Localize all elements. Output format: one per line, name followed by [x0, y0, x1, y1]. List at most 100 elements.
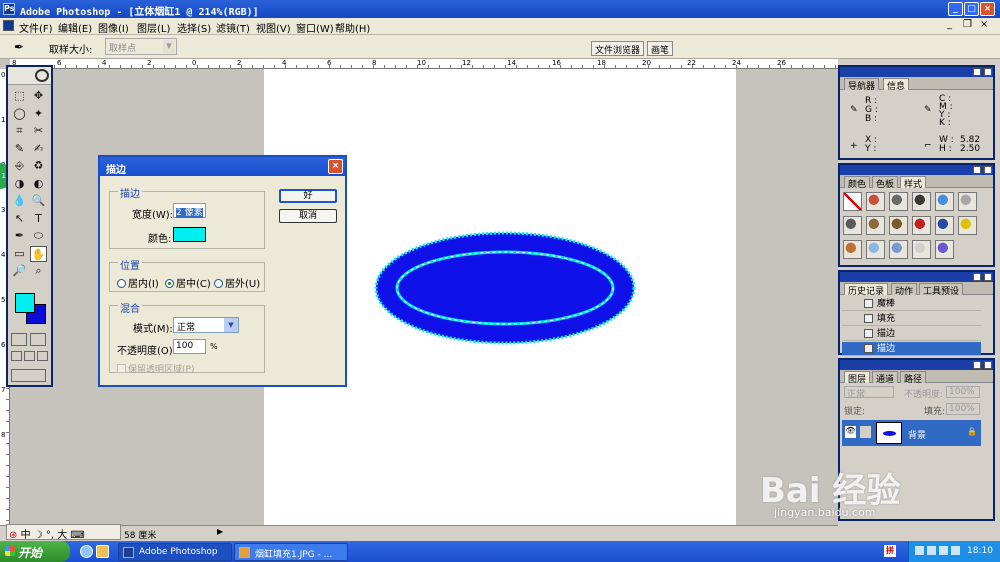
- layer-fill-value[interactable]: 100%: [946, 403, 980, 415]
- toolbox-header[interactable]: [8, 67, 51, 85]
- move-tool-icon[interactable]: ✥: [30, 88, 47, 104]
- menu-file[interactable]: 文件(F): [19, 20, 53, 35]
- dialog-close-button[interactable]: ×: [328, 159, 343, 174]
- panel-close-button[interactable]: [984, 166, 992, 174]
- radio-inside[interactable]: 居内(I): [117, 275, 159, 290]
- eyedropper-tool-icon[interactable]: ✒: [14, 40, 30, 54]
- style-swatch[interactable]: [889, 192, 908, 211]
- language-indicator[interactable]: 拼: [884, 545, 896, 557]
- notes-tool-icon[interactable]: ▭: [11, 246, 28, 262]
- panel-minimize-button[interactable]: [973, 361, 981, 369]
- panel-header[interactable]: [840, 67, 993, 77]
- menu-image[interactable]: 图像(I): [98, 20, 129, 35]
- style-swatch[interactable]: [958, 216, 977, 235]
- layer-row-background[interactable]: 👁 背景 🔒: [842, 420, 981, 446]
- brushes-tab[interactable]: 画笔: [647, 41, 674, 56]
- style-swatch[interactable]: [889, 240, 908, 259]
- ie-quicklaunch-icon[interactable]: [80, 545, 93, 558]
- eraser-tool-icon[interactable]: ◑: [11, 176, 28, 192]
- start-button[interactable]: 开始: [0, 541, 70, 562]
- style-swatch[interactable]: [935, 216, 954, 235]
- hand-tool-icon[interactable]: 🔎: [11, 263, 28, 279]
- tab-layers[interactable]: 图层: [844, 371, 871, 385]
- panel-close-button[interactable]: [984, 273, 992, 281]
- history-item[interactable]: 描边: [842, 342, 981, 356]
- tab-tool-presets[interactable]: 工具预设: [919, 283, 964, 297]
- slice-tool-icon[interactable]: ✂: [30, 123, 47, 139]
- history-brush-tool-icon[interactable]: ♻: [30, 158, 47, 174]
- tab-styles[interactable]: 样式: [900, 176, 927, 190]
- menu-select[interactable]: 选择(S): [177, 20, 211, 35]
- zoom-tool-icon[interactable]: ⌕: [30, 263, 47, 279]
- tab-info[interactable]: 信息: [883, 78, 910, 92]
- foreground-color-swatch[interactable]: [15, 293, 35, 313]
- crop-tool-icon[interactable]: ⌗: [11, 123, 28, 139]
- mode-select[interactable]: 正常 ▼: [173, 317, 239, 333]
- menu-filter[interactable]: 滤镜(T): [216, 20, 250, 35]
- dialog-title-bar[interactable]: 描边 ×: [100, 157, 345, 176]
- panel-minimize-button[interactable]: [973, 273, 981, 281]
- panel-header[interactable]: [840, 165, 993, 175]
- panel-minimize-button[interactable]: [973, 166, 981, 174]
- qq-tray-icon[interactable]: [951, 546, 960, 555]
- close-button[interactable]: ×: [980, 2, 995, 16]
- tab-channels[interactable]: 通道: [872, 371, 899, 385]
- style-swatch[interactable]: [843, 240, 862, 259]
- file-browser-tab[interactable]: 文件浏览器: [591, 41, 645, 56]
- panel-close-button[interactable]: [984, 68, 992, 76]
- folder-quicklaunch-icon[interactable]: [96, 545, 109, 558]
- tab-color[interactable]: 颜色: [844, 176, 871, 190]
- style-swatch[interactable]: [935, 240, 954, 259]
- doc-close-button[interactable]: ×: [980, 19, 988, 30]
- radio-outside[interactable]: 居外(U): [214, 275, 260, 290]
- history-item[interactable]: 描边: [842, 327, 981, 341]
- document-icon[interactable]: [3, 20, 14, 31]
- magic-wand-tool-icon[interactable]: ✦: [30, 106, 47, 122]
- dodge-tool-icon[interactable]: 🔍: [30, 193, 47, 209]
- doc-restore-button[interactable]: ❐: [963, 19, 972, 30]
- blur-tool-icon[interactable]: 💧: [11, 193, 28, 209]
- task-image-viewer[interactable]: 烟缸填充1.JPG - ...: [234, 543, 348, 561]
- style-swatch[interactable]: [866, 192, 885, 211]
- quick-mask-button[interactable]: [30, 333, 46, 346]
- jump-to-imageready-button[interactable]: [11, 369, 46, 382]
- paint-bucket-tool-icon[interactable]: ◐: [30, 176, 47, 192]
- panel-minimize-button[interactable]: [973, 68, 981, 76]
- tab-swatches[interactable]: 色板: [872, 176, 899, 190]
- width-input[interactable]: 2 像素: [173, 203, 206, 218]
- eye-visibility-icon[interactable]: 👁: [845, 426, 856, 438]
- cancel-button[interactable]: 取消: [279, 209, 337, 223]
- task-photoshop[interactable]: Adobe Photoshop ...: [118, 543, 232, 562]
- shape-tool-icon[interactable]: ⬭: [30, 228, 47, 244]
- menu-window[interactable]: 窗口(W): [296, 20, 334, 35]
- eyedropper-tool-icon[interactable]: ✋: [30, 245, 47, 262]
- layer-blend-mode[interactable]: 正常: [844, 386, 894, 400]
- doc-minimize-button[interactable]: _: [947, 19, 952, 30]
- tab-history[interactable]: 历史记录: [844, 283, 889, 297]
- style-swatch[interactable]: [912, 192, 931, 211]
- radio-center[interactable]: 居中(C): [165, 275, 211, 290]
- clone-stamp-tool-icon[interactable]: ⎆: [11, 158, 28, 174]
- tab-paths[interactable]: 路径: [900, 371, 927, 385]
- style-swatch[interactable]: [843, 192, 862, 211]
- ok-button[interactable]: 好: [279, 189, 337, 203]
- type-tool-icon[interactable]: T: [30, 211, 47, 227]
- screen-mode-full[interactable]: [37, 351, 48, 361]
- ime-toolbar[interactable]: ⊛ 中 ☽ °, 大 ⌨: [6, 524, 121, 541]
- path-select-tool-icon[interactable]: ↖: [11, 211, 28, 227]
- volume-tray-icon[interactable]: [927, 546, 936, 555]
- style-swatch[interactable]: [935, 192, 954, 211]
- minimize-button[interactable]: _: [948, 2, 963, 16]
- history-item[interactable]: 魔棒: [842, 297, 981, 311]
- menu-view[interactable]: 视图(V): [256, 20, 291, 35]
- status-menu-arrow[interactable]: ▶: [217, 527, 223, 536]
- menu-layer[interactable]: 图层(L): [137, 20, 170, 35]
- screen-mode-standard[interactable]: [11, 351, 22, 361]
- lasso-tool-icon[interactable]: ◯: [11, 106, 28, 122]
- network-tray-icon[interactable]: [915, 546, 924, 555]
- panel-header[interactable]: [840, 272, 993, 282]
- tab-actions[interactable]: 动作: [891, 283, 918, 297]
- menu-help[interactable]: 帮助(H): [335, 20, 370, 35]
- brush-tool-icon[interactable]: ✍: [30, 141, 47, 157]
- style-swatch[interactable]: [912, 240, 931, 259]
